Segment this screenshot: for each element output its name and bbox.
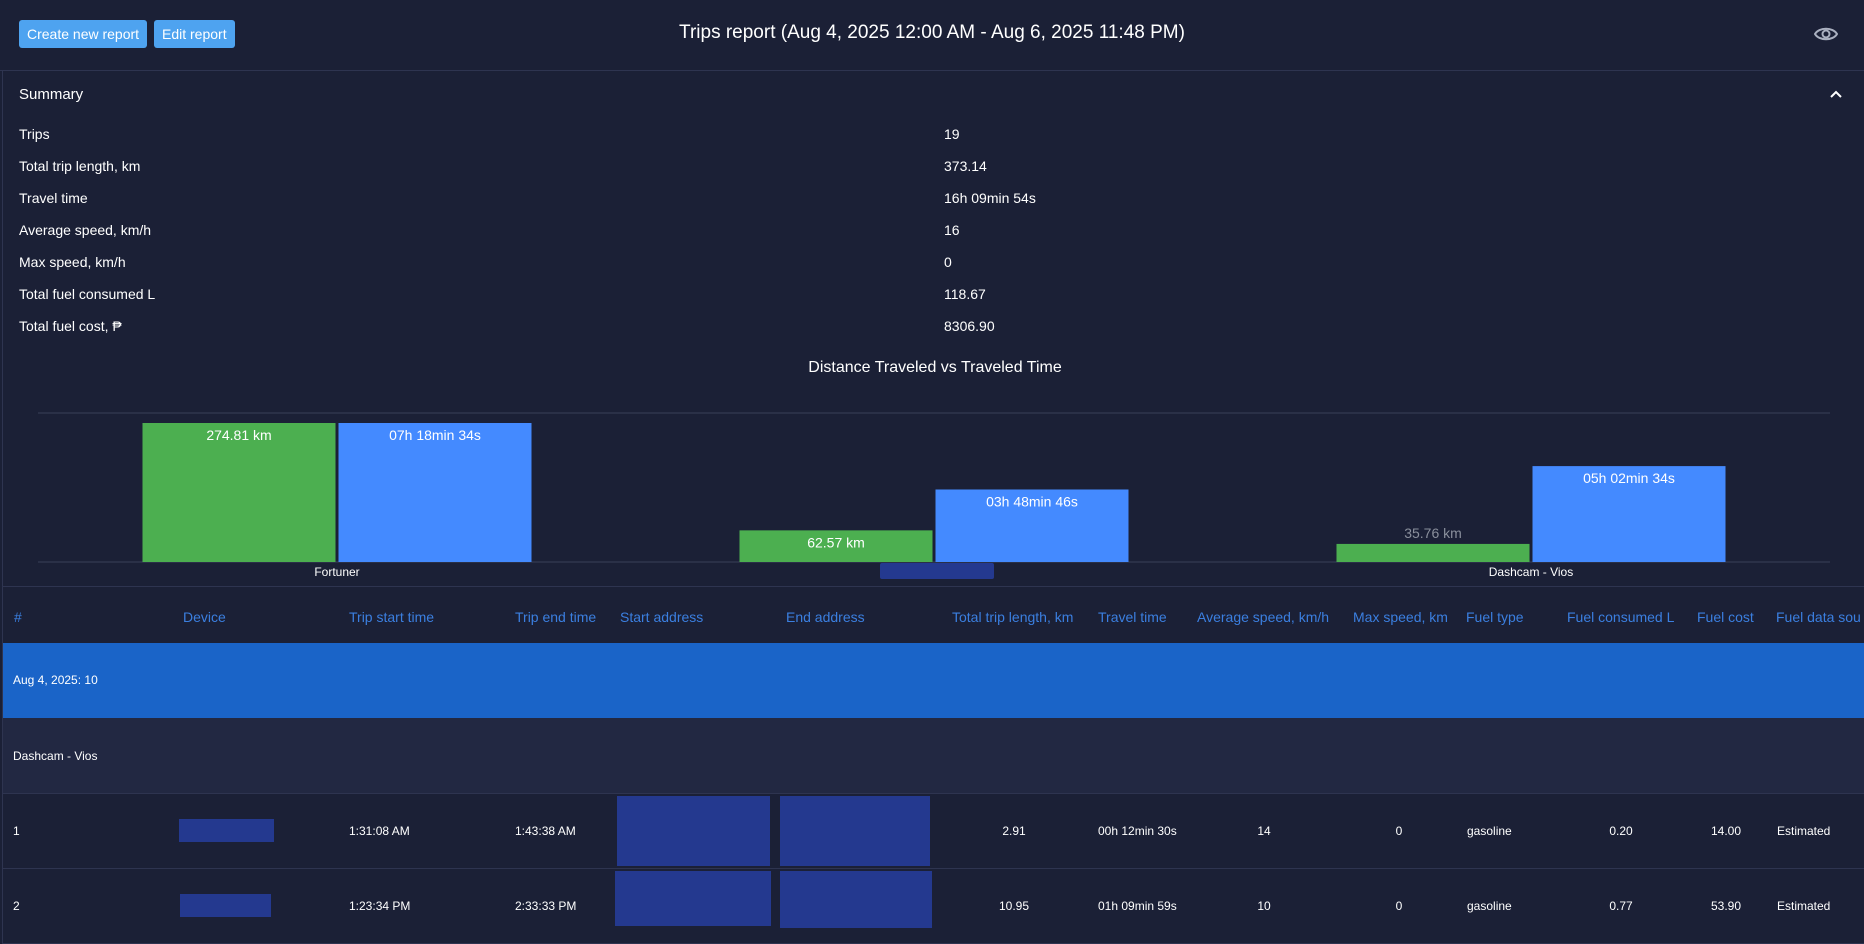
redacted-block [780,871,932,928]
column-header[interactable]: Total trip length, km [952,609,1073,625]
distance-time-chart: 274.81 km 62.57 km 35.76 km 07h 18min 34s 03… [38,412,1830,579]
column-header[interactable]: End address [786,609,865,625]
cell-cost: 53.90 [1710,899,1742,913]
summary-label: Max speed, km/h [19,254,126,270]
column-header[interactable]: Average speed, km/h [1197,609,1329,625]
redacted-block [780,796,930,866]
summary-value: 19 [944,126,960,142]
chart-scrollbar[interactable] [880,563,994,579]
cell-max: 0 [1395,899,1403,913]
column-header[interactable]: # [14,609,22,625]
summary-value: 8306.90 [944,318,995,334]
column-header[interactable]: Max speed, km [1353,609,1448,625]
summary-row: Total fuel consumed L 118.67 [19,286,1819,306]
bar-data-label: 05h 02min 34s [1583,470,1675,486]
summary-label: Trips [19,126,50,142]
chevron-up-icon[interactable] [1828,86,1844,102]
cell-start: 1:23:34 PM [349,899,411,913]
date-group-label: Aug 4, 2025: 10 [13,673,98,687]
redacted-block [179,819,274,842]
eye-icon[interactable] [1814,24,1838,44]
cell-fuel-type: gasoline [1467,899,1512,913]
x-tick-label: Fortuner [314,565,359,579]
cell-end: 2:33:33 PM [515,899,577,913]
bar-data-label: 62.57 km [807,534,865,550]
column-header[interactable]: Trip end time [515,609,596,625]
column-header[interactable]: Fuel consumed L [1567,609,1674,625]
summary-label: Travel time [19,190,88,206]
cell-avg: 10 [1257,899,1271,913]
bar-data-label: 274.81 km [206,427,271,443]
bar-data-label: 35.76 km [1404,525,1462,541]
column-header[interactable]: Fuel type [1466,609,1524,625]
cell-cost: 14.00 [1710,824,1742,838]
date-group-row[interactable]: Aug 4, 2025: 10 [3,643,1864,718]
chart-bar [1336,543,1530,562]
cell-fuel-l: 0.20 [1609,824,1633,838]
bar-data-label: 03h 48min 46s [986,493,1078,509]
summary-label: Total trip length, km [19,158,141,174]
cell-source: Estimated [1777,824,1831,838]
summary-row: Average speed, km/h 16 [19,222,1819,242]
summary-value: 16 [944,222,960,238]
x-tick-label: Dashcam - Vios [1489,565,1573,579]
cell-start: 1:31:08 AM [349,824,410,838]
cell-source: Estimated [1777,899,1831,913]
report-toolbar: Create new report Edit report Trips repo… [0,0,1864,71]
column-header[interactable]: Fuel data sou [1776,609,1861,625]
summary-value: 0 [944,254,952,270]
summary-row: Total fuel cost, ₱ 8306.90 [19,318,1819,338]
summary-row: Travel time 16h 09min 54s [19,190,1819,210]
column-header[interactable]: Travel time [1098,609,1167,625]
summary-label: Average speed, km/h [19,222,152,238]
device-group-row[interactable]: Dashcam - Vios [3,718,1864,794]
cell-length: 2.91 [1002,824,1026,838]
cell-time: 00h 12min 30s [1098,824,1177,838]
summary-label: Total fuel cost, ₱ [19,318,122,334]
table-header: # Device Trip start time Trip end time Start… [3,586,1864,644]
column-header[interactable]: Start address [620,609,703,625]
summary-row: Max speed, km/h 0 [19,254,1819,274]
summary-row: Trips 19 [19,126,1819,146]
redacted-block [615,871,771,926]
redacted-block [617,796,770,866]
table-row[interactable]: 2 1:23:34 PM 2:33:33 PM 10.95 01h 09min 59s 1… [3,869,1864,944]
summary-value: 118.67 [944,286,986,302]
chart-bar [338,423,532,562]
cell-time: 01h 09min 59s [1098,899,1177,913]
summary-value: 16h 09min 54s [944,190,1036,206]
cell-num: 2 [13,899,20,913]
cell-fuel-l: 0.77 [1609,899,1633,913]
cell-length: 10.95 [998,899,1030,913]
column-header[interactable]: Device [183,609,226,625]
cell-max: 0 [1395,824,1403,838]
summary-label: Total fuel consumed L [19,286,156,302]
cell-fuel-type: gasoline [1467,824,1512,838]
column-header[interactable]: Fuel cost [1697,609,1754,625]
column-header[interactable]: Trip start time [349,609,434,625]
cell-avg: 14 [1257,824,1271,838]
summary-title: Summary [19,86,84,103]
summary-row: Total trip length, km 373.14 [19,158,1819,178]
summary-value: 373.14 [944,158,987,174]
cell-num: 1 [13,824,20,838]
cell-end: 1:43:38 AM [515,824,576,838]
device-group-label: Dashcam - Vios [13,749,98,763]
table-row[interactable]: 1 1:31:08 AM 1:43:38 AM 2.91 00h 12min 30s 14… [3,794,1864,869]
bar-data-label: 07h 18min 34s [389,427,481,443]
chart-bar [142,423,336,562]
redacted-block [180,894,271,917]
report-title: Trips report (Aug 4, 2025 12:00 AM - Aug… [679,22,1185,43]
chart-title: Distance Traveled vs Traveled Time [808,359,1062,376]
